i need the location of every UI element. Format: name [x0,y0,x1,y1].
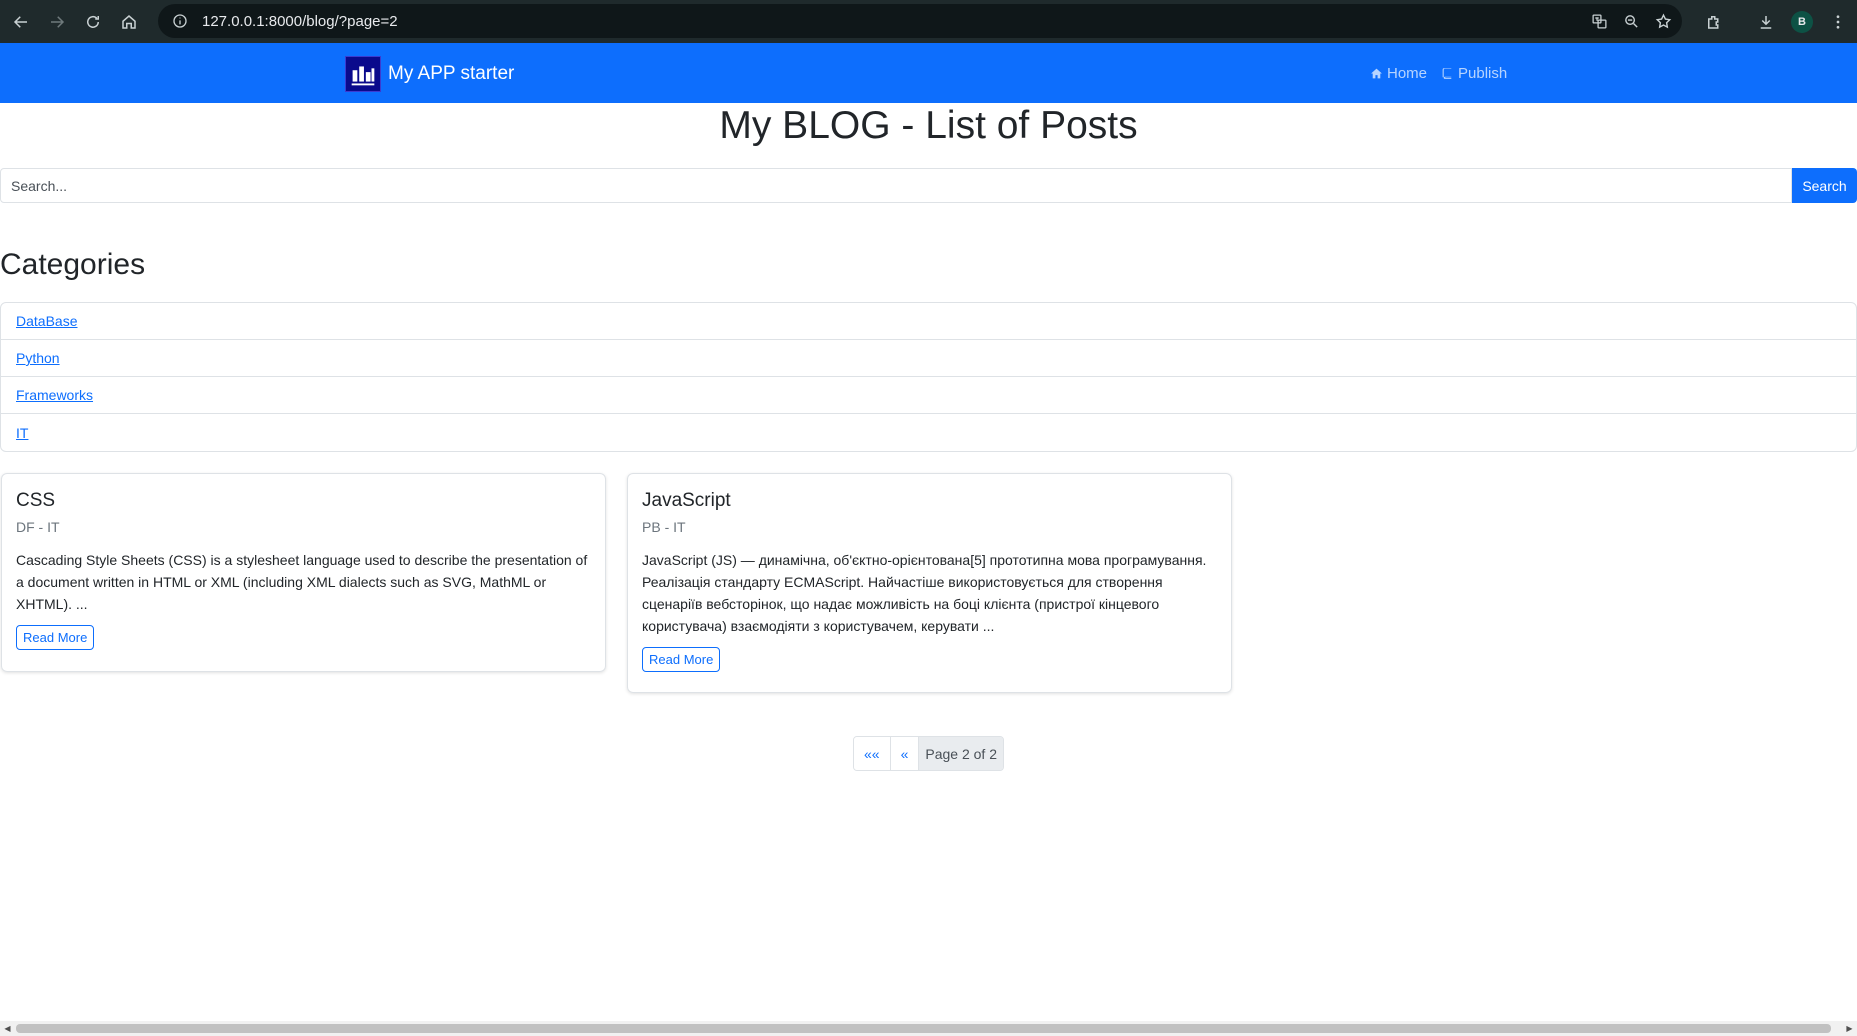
previous-page-link[interactable]: « [890,737,920,770]
read-more-button[interactable]: Read More [642,647,721,672]
post-card: CSS DF - IT Cascading Style Sheets (CSS)… [1,473,606,672]
post-title: JavaScript [642,490,731,511]
read-more-button[interactable]: Read More [16,625,95,650]
address-bar[interactable]: 127.0.0.1:8000/blog/?page=2 [158,4,1682,38]
nav-publish-label: Publish [1458,65,1508,82]
first-page-link[interactable]: «« [854,737,891,770]
horizontal-scrollbar[interactable]: ◀ ▶ [0,1021,1857,1036]
category-link-frameworks[interactable]: Frameworks [16,387,93,403]
bookmark-star-icon[interactable] [1654,12,1672,30]
post-meta: DF - IT [16,519,60,535]
current-page-indicator: Page 2 of 2 [919,737,1003,770]
post-card: JavaScript PB - IT JavaScript (JS) — дин… [627,473,1232,693]
list-item: Frameworks [1,377,1856,414]
category-link-python[interactable]: Python [16,350,60,366]
back-icon[interactable] [4,5,38,39]
list-item: DataBase [1,303,1856,340]
pagination: «« « Page 2 of 2 [853,736,1004,771]
extensions-icon[interactable] [1697,5,1731,39]
translate-icon[interactable] [1590,12,1608,30]
list-item: Python [1,340,1856,377]
scrollbar-thumb[interactable] [16,1024,1831,1033]
category-link-it[interactable]: IT [16,425,28,441]
search-input[interactable] [0,168,1792,203]
brand-name: My APP starter [388,63,515,84]
category-list: DataBase Python Frameworks IT [0,302,1857,452]
scroll-left-icon[interactable]: ◀ [0,1021,15,1036]
post-excerpt: Cascading Style Sheets (CSS) is a styles… [16,552,588,612]
book-icon [1442,68,1452,79]
nav-home-link[interactable]: Home [1370,65,1427,82]
download-icon[interactable] [1749,5,1783,39]
nav-home-label: Home [1387,65,1428,82]
list-item: IT [1,414,1856,451]
forward-icon[interactable] [40,5,74,39]
brand-link[interactable]: My APP starter [345,56,514,92]
zoom-icon[interactable] [1622,12,1640,30]
browser-toolbar: 127.0.0.1:8000/blog/?page=2 B [0,0,1857,43]
post-excerpt: JavaScript (JS) — динамічна, об'єктно-ор… [642,552,1207,634]
post-title: CSS [16,490,56,511]
category-link-database[interactable]: DataBase [16,313,77,329]
brand-logo-icon [345,56,381,92]
search-form: Search [0,168,1857,203]
nav-publish-link[interactable]: Publish [1441,65,1507,82]
home-browser-icon[interactable] [112,5,146,39]
reload-icon[interactable] [76,5,110,39]
search-button[interactable]: Search [1792,168,1857,203]
categories-heading: Categories [0,248,146,281]
home-icon [1371,68,1382,79]
url-text[interactable]: 127.0.0.1:8000/blog/?page=2 [202,13,398,30]
post-meta: PB - IT [642,519,686,535]
scroll-right-icon[interactable]: ▶ [1842,1021,1857,1036]
profile-button[interactable]: B [1785,5,1819,39]
page-title: My BLOG - List of Posts [719,104,1138,147]
site-navbar: My APP starter Home Publish [0,43,1857,103]
site-info-icon[interactable] [170,11,190,31]
avatar: B [1791,10,1813,33]
menu-dots-icon[interactable] [1821,5,1855,39]
